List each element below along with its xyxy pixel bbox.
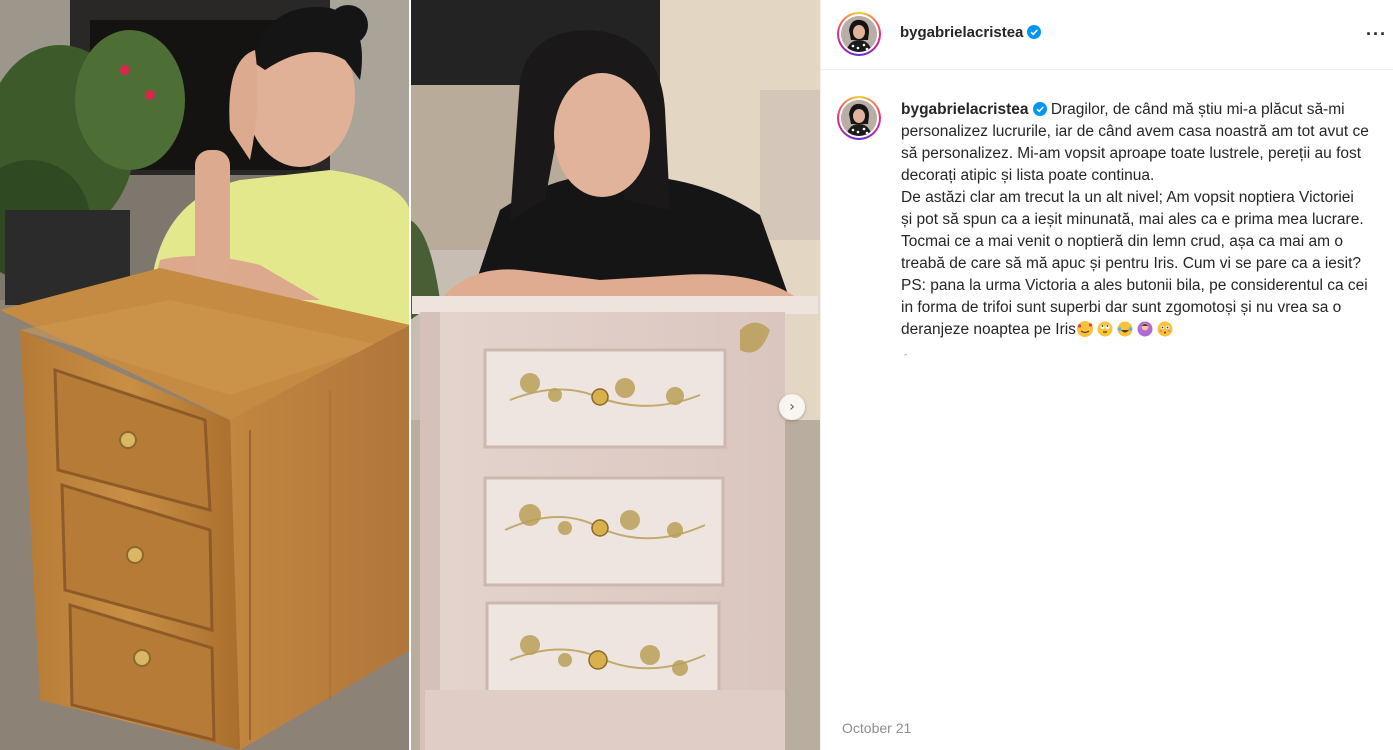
caption-avatar[interactable] [837,96,881,140]
caption-text: deranjeze noaptea pe Iris [901,321,1076,338]
caption-line: decorați atipic și lista poate continua. [901,167,1155,184]
post-header: bygabrielacristea ··· [821,0,1393,70]
caption-line: și pot să spun ca a ieșit minunată, mai … [901,211,1364,228]
verified-badge-icon [1027,25,1042,39]
avatar-image [841,16,877,52]
post-photo [0,0,820,750]
caption-text: Dragilor, de când mă știu mi-a plăcut să… [1050,101,1345,118]
text-cursor-icon: ‸ [904,345,908,356]
username-text[interactable]: bygabrielacristea [900,24,1023,41]
woman-shrugging-icon [1137,321,1153,337]
flushed-face-icon [1157,321,1173,337]
verified-badge-icon [1032,102,1047,116]
avatar-image [841,100,877,136]
post-author-username[interactable]: bygabrielacristea [900,24,1042,41]
face-with-rolling-eyes-icon [1097,321,1113,337]
caption-username[interactable]: bygabrielacristea [901,101,1029,118]
smiling-face-with-hearts-icon [1076,321,1093,337]
caption-line: PS: pana la urma Victoria a ales butonii… [901,277,1368,294]
post-media[interactable]: › [0,0,820,750]
chevron-right-icon: › [789,399,795,415]
caption-line: personalizez lucrurile, iar de când avem… [901,123,1369,140]
caption-line: in forma de trifoi sunt superbi dar sunt… [901,299,1342,316]
avatar[interactable] [837,12,881,56]
caption-line: treabă de care să mă apuc și pentru Iris… [901,255,1362,272]
caption-line: De astăzi clar am trecut la un alt nivel… [901,189,1354,206]
caption-line: Tocmai ce a mai venit o noptieră din lem… [901,233,1343,250]
post-date[interactable]: October 21 [842,720,911,736]
post-caption: bygabrielacristea Dragilor, de când mă ș… [901,99,1393,341]
caption-line-1: bygabrielacristea Dragilor, de când mă ș… [901,99,1393,121]
post-side-panel: bygabrielacristea ··· bygabrielacristea … [820,0,1393,750]
caption-line-last: deranjeze noaptea pe Iris [901,319,1393,341]
next-image-button[interactable]: › [779,394,805,420]
caption-line: să personalizez. Mi-am vopsit aproape to… [901,145,1362,162]
more-horizontal-icon[interactable]: ··· [1366,24,1387,45]
face-with-tears-of-joy-icon [1117,321,1133,337]
